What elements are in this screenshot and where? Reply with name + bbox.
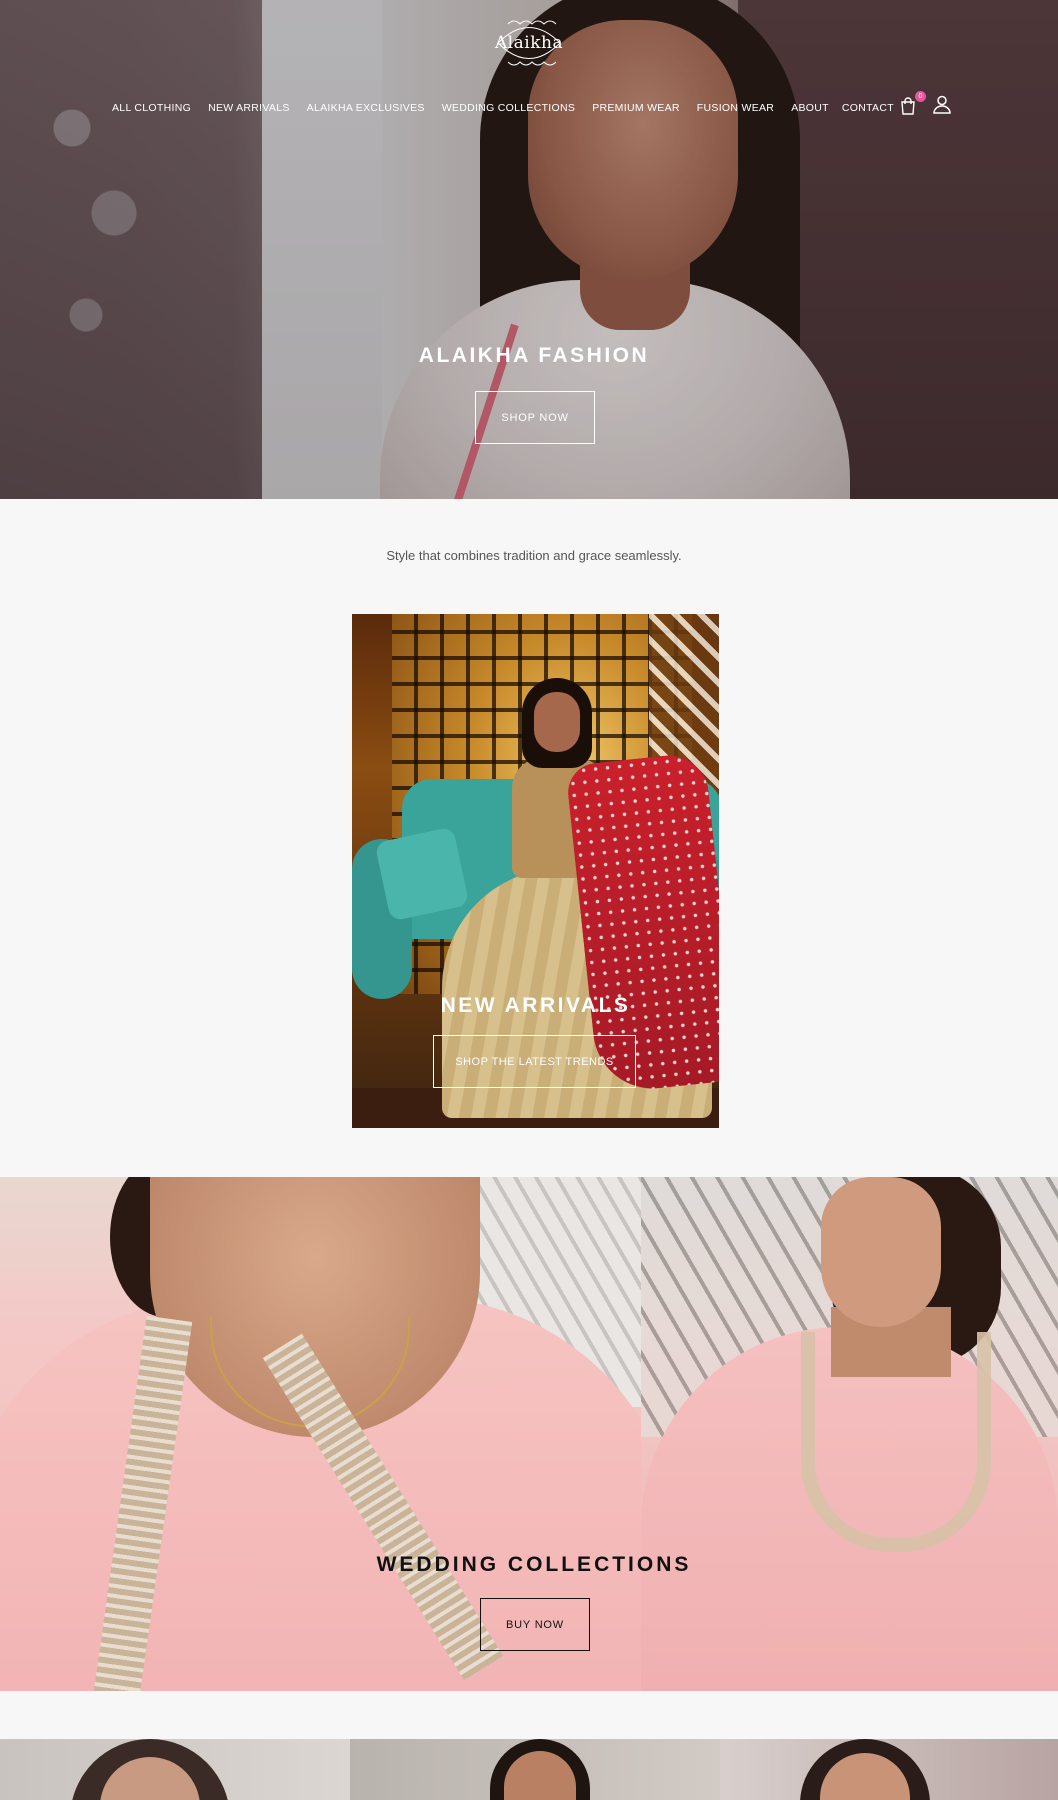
shop-now-button[interactable]: SHOP NOW [475, 391, 595, 444]
wedding-image-right [641, 1177, 1058, 1691]
hero-title: ALAIKHA FASHION [418, 344, 650, 367]
nav-item-wedding-collections[interactable]: WEDDING COLLECTIONS [442, 102, 575, 114]
cart-button[interactable]: 0 [900, 90, 926, 117]
nav-item-contact[interactable]: CONTACT [842, 102, 894, 114]
new-arrivals-card[interactable]: NEW ARRIVALS SHOP THE LATEST TRENDS [352, 614, 719, 1128]
nav-item-premium-wear[interactable]: PREMIUM WEAR [592, 102, 680, 114]
nav-item-alaikha-exclusives[interactable]: ALAIKHA EXCLUSIVES [307, 102, 425, 114]
tagline-text: Style that combines tradition and grace … [386, 548, 682, 563]
page: Alaikha ALL CLOTHING NEW ARRIVALS ALAIKH… [0, 0, 1058, 1800]
product-image-1[interactable] [0, 1739, 350, 1800]
new-arrivals-title: NEW ARRIVALS [440, 994, 631, 1017]
nav-item-new-arrivals[interactable]: NEW ARRIVALS [208, 102, 290, 114]
wedding-collections-banner: WEDDING COLLECTIONS BUY NOW [0, 1177, 1058, 1691]
nav-item-fusion-wear[interactable]: FUSION WEAR [697, 102, 774, 114]
account-button[interactable] [932, 94, 952, 119]
product-image-2[interactable] [350, 1739, 720, 1800]
header-icons: 0 [900, 90, 952, 119]
product-strip [0, 1739, 1058, 1800]
main-nav: ALL CLOTHING NEW ARRIVALS ALAIKHA EXCLUS… [112, 102, 911, 114]
brand-logo[interactable]: Alaikha [488, 14, 570, 72]
product-image-3[interactable] [720, 1739, 1058, 1800]
nav-item-about[interactable]: ABOUT [791, 102, 829, 114]
shopping-bag-icon [901, 96, 915, 115]
shop-latest-trends-button[interactable]: SHOP THE LATEST TRENDS [433, 1035, 636, 1088]
buy-now-button[interactable]: BUY NOW [480, 1598, 590, 1651]
nav-item-all-clothing[interactable]: ALL CLOTHING [112, 102, 191, 114]
hero-banner: Alaikha ALL CLOTHING NEW ARRIVALS ALAIKH… [0, 0, 1058, 499]
user-icon [933, 95, 951, 114]
wedding-collections-title: WEDDING COLLECTIONS [376, 1553, 692, 1576]
cart-count-badge: 0 [915, 90, 926, 102]
logo-text: Alaikha [494, 33, 564, 53]
